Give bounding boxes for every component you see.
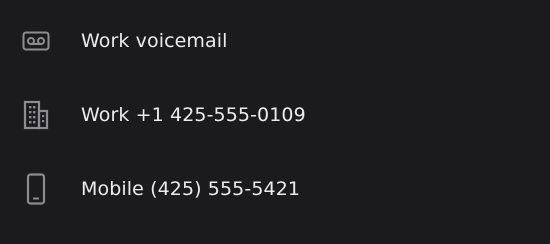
mobile-phone-label: Mobile (425) 555-5421 [81, 178, 301, 200]
work-phone-row[interactable]: Work +1 425-555-0109 [0, 86, 550, 144]
mobile-phone-icon [22, 173, 50, 205]
work-phone-label: Work +1 425-555-0109 [81, 104, 306, 126]
work-voicemail-row[interactable]: Work voicemail [0, 12, 550, 70]
work-voicemail-label: Work voicemail [81, 30, 228, 52]
mobile-phone-row[interactable]: Mobile (425) 555-5421 [0, 160, 550, 218]
contact-methods-list: Work voicemail Work +1 425-555-0109 Mobi… [0, 0, 550, 244]
voicemail-icon [22, 27, 50, 55]
business-building-icon [22, 100, 50, 130]
